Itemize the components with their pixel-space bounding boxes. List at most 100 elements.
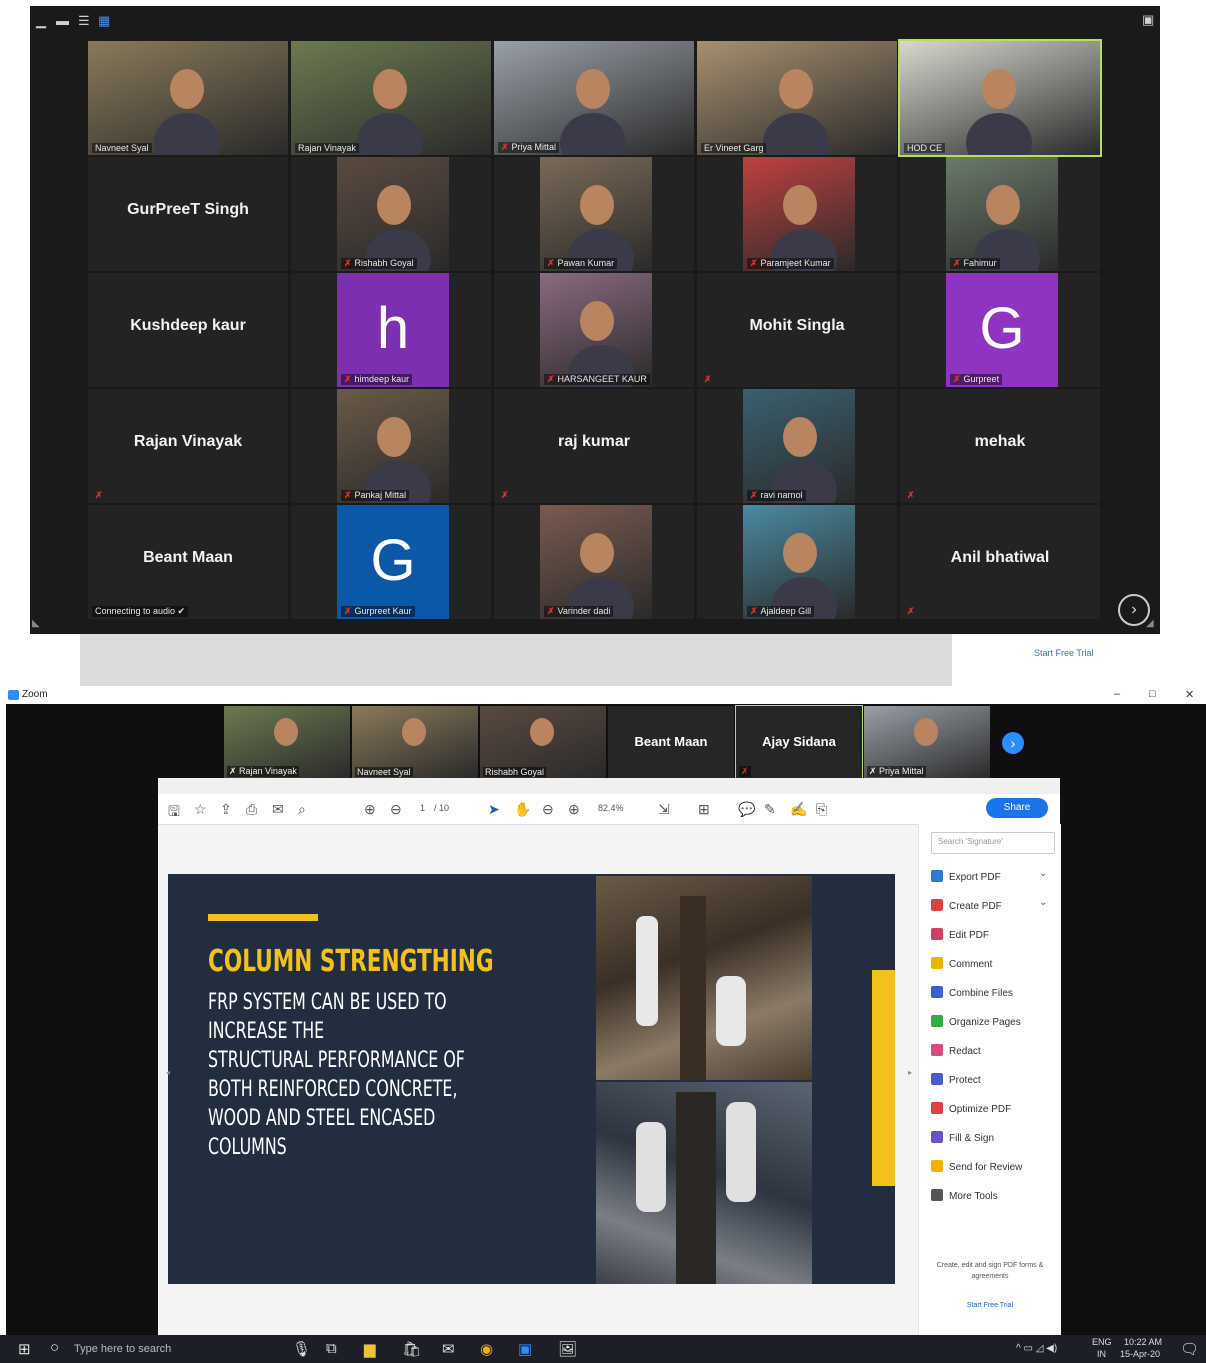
chevron-right-icon[interactable]: › (1002, 732, 1024, 754)
task-view-icon[interactable]: ⧉ (326, 1340, 337, 1357)
save-icon[interactable]: 🖫 (168, 801, 180, 825)
zoom-search-icon[interactable]: ⌕ (298, 801, 306, 818)
page-down-icon[interactable]: ⊖ (390, 801, 402, 818)
participant-tile[interactable]: h ✗ himdeep kaur (291, 273, 491, 387)
participant-tile[interactable]: G ✗ Gurpreet (900, 273, 1100, 387)
tool-optimize-pdf[interactable]: Optimize PDF (931, 1102, 1011, 1115)
exit-fullscreen-icon[interactable]: ▣ (1142, 10, 1154, 30)
print-icon[interactable]: ⎙ (246, 801, 257, 818)
participant-tile[interactable]: ✗ Fahimur (900, 157, 1100, 271)
store-icon[interactable]: 🛍 (402, 1340, 421, 1358)
participant-tile[interactable]: ✗ Priya Mittal (494, 41, 694, 155)
participant-tile[interactable]: Rishabh Goyal (480, 706, 606, 778)
minimize-button[interactable]: – (1114, 688, 1120, 700)
tool-protect[interactable]: Protect (931, 1073, 981, 1086)
panel-collapse-icon[interactable]: ◂ (166, 1068, 170, 1077)
start-free-trial-link[interactable]: Start Free Trial (925, 1302, 1055, 1309)
participant-tile[interactable]: mehak ✗ (900, 389, 1100, 503)
gallery-view-icon[interactable]: ▦ (98, 11, 110, 31)
panel-expand-icon[interactable]: ▸ (908, 1068, 912, 1077)
participant-tile[interactable]: Navneet Syal (88, 41, 288, 155)
participant-tile[interactable]: Ajay Sidana ✗ (735, 705, 863, 779)
participant-tile[interactable]: ✗ Priya Mittal (864, 706, 990, 778)
participant-tile[interactable]: ✗ Rishabh Goyal (291, 157, 491, 271)
zoom-in-icon[interactable]: ⊕ (568, 801, 580, 818)
participant-tile[interactable]: ✗ Ajaldeep Gill (697, 505, 897, 619)
sign-icon[interactable]: ✍ (790, 801, 807, 818)
start-free-trial-link[interactable]: Start Free Trial (1034, 648, 1094, 658)
participant-tile[interactable]: raj kumar ✗ (494, 389, 694, 503)
email-icon[interactable]: ✉ (272, 801, 284, 818)
tool-comment[interactable]: Comment (931, 957, 992, 970)
tool-organize-pages[interactable]: Organize Pages (931, 1015, 1021, 1028)
system-tray-icons[interactable]: ^ ▭ ◿ ◀) (1016, 1343, 1057, 1354)
microphone-icon[interactable]: 🎙 (292, 1340, 311, 1358)
language-indicator[interactable]: ENG (1092, 1337, 1112, 1347)
notifications-icon[interactable]: 🗨 (1180, 1340, 1199, 1358)
tool-fill-sign[interactable]: Fill & Sign (931, 1131, 994, 1144)
participant-tile[interactable]: Mohit Singla ✗ (697, 273, 897, 387)
participant-tile[interactable]: G ✗ Gurpreet Kaur (291, 505, 491, 619)
tool-more-tools[interactable]: More Tools (931, 1189, 998, 1202)
stamp-icon[interactable]: ⎘ (816, 801, 827, 818)
taskbar-search-input[interactable]: Type here to search (74, 1343, 171, 1355)
participant-tile[interactable]: GurPreeT Singh (88, 157, 288, 271)
page-up-icon[interactable]: ⊕ (364, 801, 376, 818)
chrome-icon[interactable]: ◉ (480, 1340, 493, 1358)
resize-grip-icon[interactable]: ◢ (1146, 618, 1154, 629)
tool-redact[interactable]: Redact (931, 1044, 981, 1057)
search-icon[interactable]: ○ (50, 1339, 59, 1356)
region-indicator[interactable]: IN (1097, 1349, 1106, 1359)
file-explorer-icon[interactable]: ▆ (364, 1340, 376, 1358)
participant-tile[interactable]: Er Vineet Garg (697, 41, 897, 155)
bookmark-star-icon[interactable]: ☆ (194, 801, 207, 818)
clock-time[interactable]: 10:22 AM (1124, 1337, 1162, 1347)
scroll-mode-icon[interactable]: ⊞ (698, 801, 710, 818)
mail-icon[interactable]: ✉ (442, 1340, 455, 1358)
tool-combine-files[interactable]: Combine Files (931, 986, 1013, 999)
zoom-out-icon[interactable]: ⊖ (542, 801, 554, 818)
participant-tile[interactable]: ✗ Varinder dadi (494, 505, 694, 619)
participant-tile[interactable]: Kushdeep kaur (88, 273, 288, 387)
participant-tile[interactable]: Beant Maan Connecting to audio ✔ (88, 505, 288, 619)
participant-tile[interactable]: Rajan Vinayak (291, 41, 491, 155)
tool-edit-pdf[interactable]: Edit PDF (931, 928, 989, 941)
tool-create-pdf[interactable]: Create PDF ⌄ (931, 897, 1047, 912)
highlight-pen-icon[interactable]: ✎ (764, 801, 776, 818)
resize-grip-icon[interactable]: ◣ (32, 618, 40, 629)
chevron-down-icon[interactable]: ⌄ (1039, 897, 1047, 908)
participant-tile[interactable]: ✗ ravi narnol (697, 389, 897, 503)
zoom-level[interactable]: 82.4% (598, 803, 624, 813)
upload-icon[interactable]: ⇪ (220, 801, 232, 818)
tool-send-for-review[interactable]: Send for Review (931, 1160, 1022, 1173)
participant-tile[interactable]: ✗ Pankaj Mittal (291, 389, 491, 503)
participant-tile[interactable]: ✗ Rajan Vinayak (224, 706, 350, 778)
chevron-down-icon[interactable]: ⌄ (1039, 868, 1047, 879)
tool-export-pdf[interactable]: Export PDF ⌄ (931, 868, 1047, 883)
clock-date[interactable]: 15-Apr-20 (1120, 1349, 1160, 1359)
page-number-input[interactable]: 1 (420, 803, 425, 813)
zoom-app-icon[interactable]: ▣ (518, 1340, 532, 1358)
minimize-icon[interactable]: ▁ (36, 11, 46, 31)
photos-icon[interactable]: 🖼 (558, 1340, 577, 1358)
tools-search-input[interactable]: Search 'Signature' (931, 832, 1055, 854)
participant-tile[interactable]: Anil bhatiwal ✗ (900, 505, 1100, 619)
maximize-button[interactable]: □ (1149, 688, 1156, 700)
restore-icon[interactable]: ▬ (56, 11, 69, 31)
participant-tile[interactable]: Rajan Vinayak ✗ (88, 389, 288, 503)
speaker-view-icon[interactable]: ☰ (78, 11, 90, 31)
participant-tile[interactable]: Beant Maan (608, 706, 734, 778)
windows-start-icon[interactable]: ⊞ (18, 1340, 31, 1358)
participant-tile[interactable]: Navneet Syal (352, 706, 478, 778)
participant-tile[interactable]: ✗ Paramjeet Kumar (697, 157, 897, 271)
share-button[interactable]: Share (986, 798, 1048, 818)
participant-tile[interactable]: ✗ HARSANGEET KAUR (494, 273, 694, 387)
hand-tool-icon[interactable]: ✋ (514, 801, 531, 818)
fit-page-icon[interactable]: ⇲ (658, 801, 670, 818)
participant-tile[interactable]: ✗ Pawan Kumar (494, 157, 694, 271)
participant-tile[interactable]: HOD CE (898, 39, 1102, 157)
comment-icon[interactable]: 💬 (738, 801, 755, 818)
close-button[interactable]: ✕ (1185, 688, 1194, 701)
select-cursor-icon[interactable]: ➤ (488, 801, 500, 818)
muted-mic-icon: ✗ (344, 258, 352, 268)
